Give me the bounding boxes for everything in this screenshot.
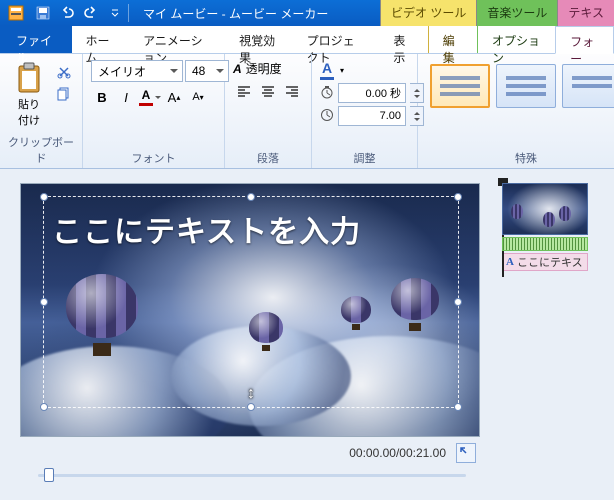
group-label-special: 特殊 <box>426 148 614 166</box>
group-label-adjust: 調整 <box>320 148 409 166</box>
cut-icon[interactable] <box>54 62 74 82</box>
paste-button[interactable]: 貼り 付け <box>8 58 50 128</box>
ribbon: 貼り 付け クリップボード メイリオ 48 B I A A▴ A▾ <box>0 54 614 169</box>
text-placeholder[interactable]: ここにテキストを入力 <box>44 197 458 251</box>
resize-handle[interactable] <box>247 403 255 411</box>
bold-button[interactable]: B <box>91 86 113 108</box>
quick-access-toolbar <box>34 4 124 22</box>
save-icon[interactable] <box>34 4 52 22</box>
resize-handle[interactable] <box>40 193 48 201</box>
resize-handle[interactable] <box>454 193 462 201</box>
font-color-button[interactable]: A <box>139 86 161 108</box>
title-bar: マイ ムービー - ムービー メーカー ビデオ ツール 音楽ツール テキス <box>0 0 614 26</box>
preview-pane: ここにテキストを入力 ↕ 00:00.00/00:21.00 <box>0 169 498 500</box>
effect-preset-2[interactable] <box>496 64 556 108</box>
group-label-font: フォント <box>91 148 216 166</box>
timeline-pane: A ここにテキス <box>498 169 614 500</box>
start-time-input[interactable]: 0.00 秒 <box>338 83 406 103</box>
tab-project[interactable]: プロジェクト <box>293 26 380 53</box>
system-menu-icon[interactable] <box>4 3 28 23</box>
tab-format[interactable]: フォー <box>555 26 614 54</box>
workspace: ここにテキストを入力 ↕ 00:00.00/00:21.00 <box>0 169 614 500</box>
context-tab-video[interactable]: ビデオ ツール <box>380 0 476 26</box>
text-style-button[interactable]: A▾ <box>320 60 424 80</box>
align-left-button[interactable] <box>233 81 255 103</box>
text-clip-label: ここにテキス <box>517 254 583 270</box>
seek-slider[interactable] <box>28 471 476 479</box>
tab-animation[interactable]: アニメーション <box>129 26 225 53</box>
redo-icon[interactable] <box>82 4 100 22</box>
tab-edit[interactable]: 編集 <box>428 26 477 53</box>
resize-cursor-icon: ↕ <box>247 385 255 403</box>
duration-icon <box>320 108 334 125</box>
playback-time: 00:00.00/00:21.00 <box>349 446 446 460</box>
text-clip-icon: A <box>506 256 514 268</box>
tab-view[interactable]: 表示 <box>379 26 427 53</box>
tab-options[interactable]: オプション <box>477 26 555 53</box>
ribbon-tabs: ファイル ホーム アニメーション 視覚効果 プロジェクト 表示 編集 オプション… <box>0 26 614 54</box>
font-name-dropdown[interactable]: メイリオ <box>91 60 183 82</box>
shrink-font-button[interactable]: A▾ <box>187 86 209 108</box>
copy-icon[interactable] <box>54 84 74 104</box>
grow-font-button[interactable]: A▴ <box>163 86 185 108</box>
duration-input[interactable]: 7.00 <box>338 106 406 126</box>
preview-canvas[interactable]: ここにテキストを入力 ↕ <box>20 183 480 437</box>
transparency-button[interactable]: A透明度 <box>233 60 303 77</box>
window-title: マイ ムービー - ムービー メーカー <box>143 5 328 22</box>
group-label-clipboard: クリップボード <box>8 132 74 166</box>
text-edit-box[interactable]: ここにテキストを入力 ↕ <box>43 196 459 408</box>
paste-label: 貼り 付け <box>18 96 40 128</box>
resize-handle[interactable] <box>40 403 48 411</box>
context-tab-audio[interactable]: 音楽ツール <box>476 0 557 26</box>
align-right-button[interactable] <box>281 81 303 103</box>
font-size-dropdown[interactable]: 48 <box>185 60 229 82</box>
resize-handle[interactable] <box>454 403 462 411</box>
resize-handle[interactable] <box>40 298 48 306</box>
resize-handle[interactable] <box>247 193 255 201</box>
context-tab-text[interactable]: テキス <box>557 0 614 26</box>
fullscreen-button[interactable] <box>456 443 476 463</box>
align-center-button[interactable] <box>257 81 279 103</box>
text-clip[interactable]: A ここにテキス <box>502 253 588 271</box>
group-label-paragraph: 段落 <box>233 148 303 166</box>
start-time-icon <box>320 85 334 102</box>
audio-clip[interactable] <box>502 237 588 251</box>
qat-dropdown-icon[interactable] <box>106 4 124 22</box>
resize-handle[interactable] <box>454 298 462 306</box>
tab-visual-effects[interactable]: 視覚効果 <box>225 26 293 53</box>
undo-icon[interactable] <box>58 4 76 22</box>
seek-thumb[interactable] <box>44 468 54 482</box>
tab-file[interactable]: ファイル <box>0 26 72 53</box>
italic-button[interactable]: I <box>115 86 137 108</box>
tab-home[interactable]: ホーム <box>72 26 130 53</box>
effect-preset-3[interactable] <box>562 64 614 108</box>
effect-preset-1[interactable] <box>430 64 490 108</box>
video-clip-thumbnail[interactable] <box>502 183 588 235</box>
